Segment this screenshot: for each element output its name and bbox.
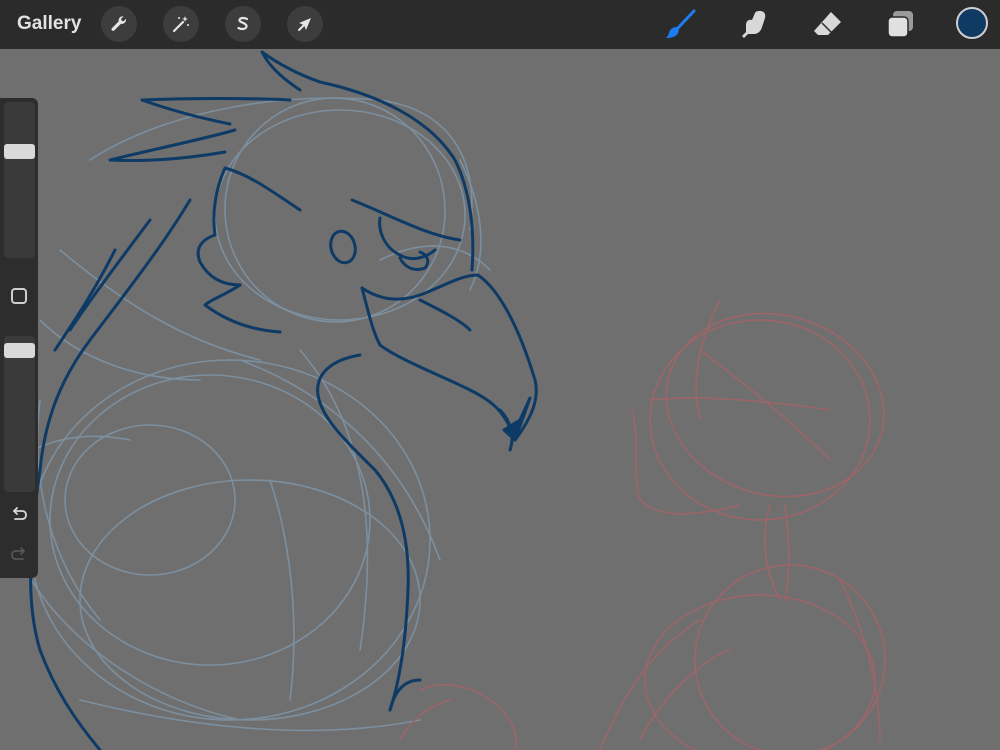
modify-button[interactable] [11, 288, 27, 304]
sketch-artwork [0, 50, 886, 750]
arrow-cursor-icon [298, 18, 311, 31]
smudge-tool-button[interactable] [738, 7, 772, 41]
brush-icon [666, 9, 696, 38]
brush-size-slider-thumb[interactable] [4, 144, 35, 160]
brush-size-slider[interactable] [4, 102, 35, 258]
undo-arrow-icon[interactable] [9, 504, 29, 524]
actions-button[interactable] [101, 6, 137, 42]
opacity-slider-thumb[interactable] [4, 343, 35, 359]
top-toolbar: Gallery [0, 0, 1000, 49]
smudge-finger-icon [742, 11, 766, 38]
selection-s-icon [237, 16, 249, 31]
redo-arrow-icon[interactable] [9, 544, 29, 564]
opacity-slider[interactable] [4, 336, 35, 492]
ink-lineart [29, 50, 538, 750]
eraser-icon [814, 12, 841, 35]
blue-construction-sketch [0, 97, 491, 732]
left-sidebar [0, 98, 38, 578]
wrench-icon [111, 16, 127, 31]
eraser-tool-button[interactable] [811, 7, 845, 41]
brush-tool-button[interactable] [664, 7, 698, 41]
layers-button[interactable] [884, 7, 918, 41]
drawing-canvas[interactable] [0, 49, 1000, 750]
procreate-app: Gallery [0, 0, 1000, 750]
layers-icon [887, 11, 913, 38]
gallery-button[interactable]: Gallery [17, 13, 81, 35]
magic-wand-icon [172, 16, 189, 33]
color-picker-swatch[interactable] [956, 7, 988, 39]
red-construction-sketch [399, 299, 886, 750]
selection-button[interactable] [225, 6, 261, 42]
adjustments-button[interactable] [163, 6, 199, 42]
transform-button[interactable] [287, 6, 323, 42]
